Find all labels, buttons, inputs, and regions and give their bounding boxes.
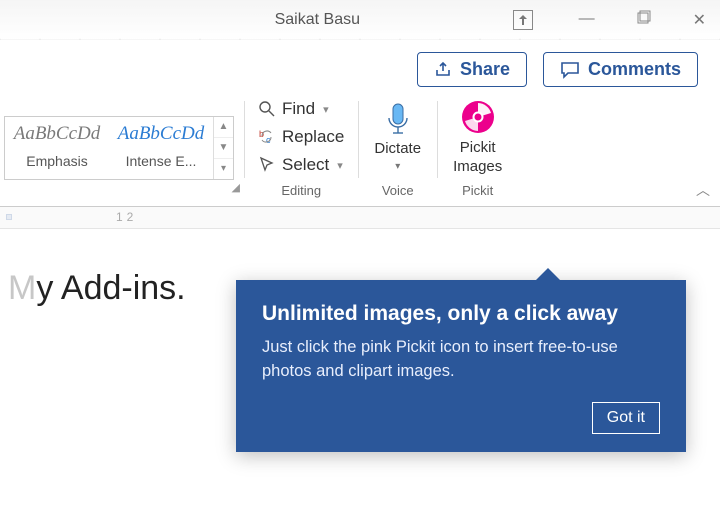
comments-button[interactable]: Comments (543, 52, 698, 87)
minimize-button[interactable]: — (573, 10, 601, 30)
close-button[interactable]: ✕ (687, 10, 712, 30)
ruler[interactable]: 12 (0, 207, 720, 229)
styles-gallery[interactable]: AaBbCcDd Emphasis AaBbCcDd Intense E... … (4, 116, 234, 180)
chevron-down-icon: ▾ (323, 103, 329, 116)
find-button[interactable]: Find ▾ (254, 97, 348, 121)
styles-scroll: ▲ ▼ ▾ (213, 117, 233, 179)
style-sample: AaBbCcDd (113, 123, 209, 145)
style-name: Emphasis (9, 153, 105, 169)
ruler-indent-marker[interactable] (6, 214, 12, 220)
comment-icon (560, 61, 580, 79)
editing-group: Find ▾ bc Replace Select ▾ Editing (244, 97, 358, 198)
replace-label: Replace (282, 127, 344, 147)
callout-body: Just click the pink Pickit icon to inser… (262, 336, 660, 384)
replace-button[interactable]: bc Replace (254, 125, 348, 149)
microphone-icon (383, 102, 413, 136)
ribbon: AaBbCcDd Emphasis AaBbCcDd Intense E... … (0, 97, 720, 207)
pickit-group: Pickit Images Pickit (437, 97, 518, 198)
pickit-group-label: Pickit (462, 183, 493, 198)
comments-label: Comments (588, 59, 681, 80)
pickit-label-line2: Images (453, 158, 502, 175)
find-icon (258, 100, 276, 118)
chevron-down-icon: ▾ (337, 159, 343, 172)
style-intense-emphasis[interactable]: AaBbCcDd Intense E... (109, 117, 213, 179)
chevron-down-icon: ▾ (395, 161, 400, 172)
cursor-icon (258, 156, 276, 174)
got-it-button[interactable]: Got it (592, 402, 660, 434)
actions-row: Share Comments (0, 40, 720, 97)
share-icon (434, 61, 452, 79)
dictate-label: Dictate (374, 140, 421, 157)
pickit-images-button[interactable]: Pickit Images (447, 97, 508, 177)
share-window-icon[interactable] (513, 10, 533, 30)
select-label: Select (282, 155, 329, 175)
doc-text: y Add-ins. (36, 269, 185, 307)
doc-text-faded: M (8, 269, 36, 307)
svg-text:b: b (259, 129, 264, 139)
callout-title: Unlimited images, only a click away (262, 302, 660, 326)
find-label: Find (282, 99, 315, 119)
share-button[interactable]: Share (417, 52, 527, 87)
styles-launcher-icon[interactable]: ◢ (232, 181, 240, 194)
voice-group: Dictate ▾ Voice (358, 97, 437, 198)
pickit-teaching-tip: Unlimited images, only a click away Just… (236, 280, 686, 452)
replace-icon: bc (258, 128, 276, 146)
dictate-button[interactable]: Dictate ▾ (368, 100, 427, 174)
styles-scroll-up[interactable]: ▲ (214, 117, 233, 138)
maximize-button[interactable] (631, 10, 657, 30)
styles-scroll-down[interactable]: ▼ (214, 138, 233, 159)
pickit-icon (460, 99, 496, 135)
style-name: Intense E... (113, 153, 209, 169)
titlebar: Saikat Basu — ✕ (0, 0, 720, 40)
styles-expand[interactable]: ▾ (214, 159, 233, 179)
style-emphasis[interactable]: AaBbCcDd Emphasis (5, 117, 109, 179)
ribbon-collapse-button[interactable]: ︿ (696, 180, 710, 200)
pickit-label-line1: Pickit (460, 139, 496, 156)
select-button[interactable]: Select ▾ (254, 153, 348, 177)
editing-group-label: Editing (281, 183, 321, 198)
style-sample: AaBbCcDd (9, 123, 105, 145)
ruler-mark-12: 12 (116, 210, 137, 224)
share-label: Share (460, 59, 510, 80)
styles-group: AaBbCcDd Emphasis AaBbCcDd Intense E... … (4, 97, 244, 198)
voice-group-label: Voice (382, 183, 414, 198)
user-name: Saikat Basu (275, 11, 360, 29)
window-controls: — ✕ (573, 10, 712, 30)
